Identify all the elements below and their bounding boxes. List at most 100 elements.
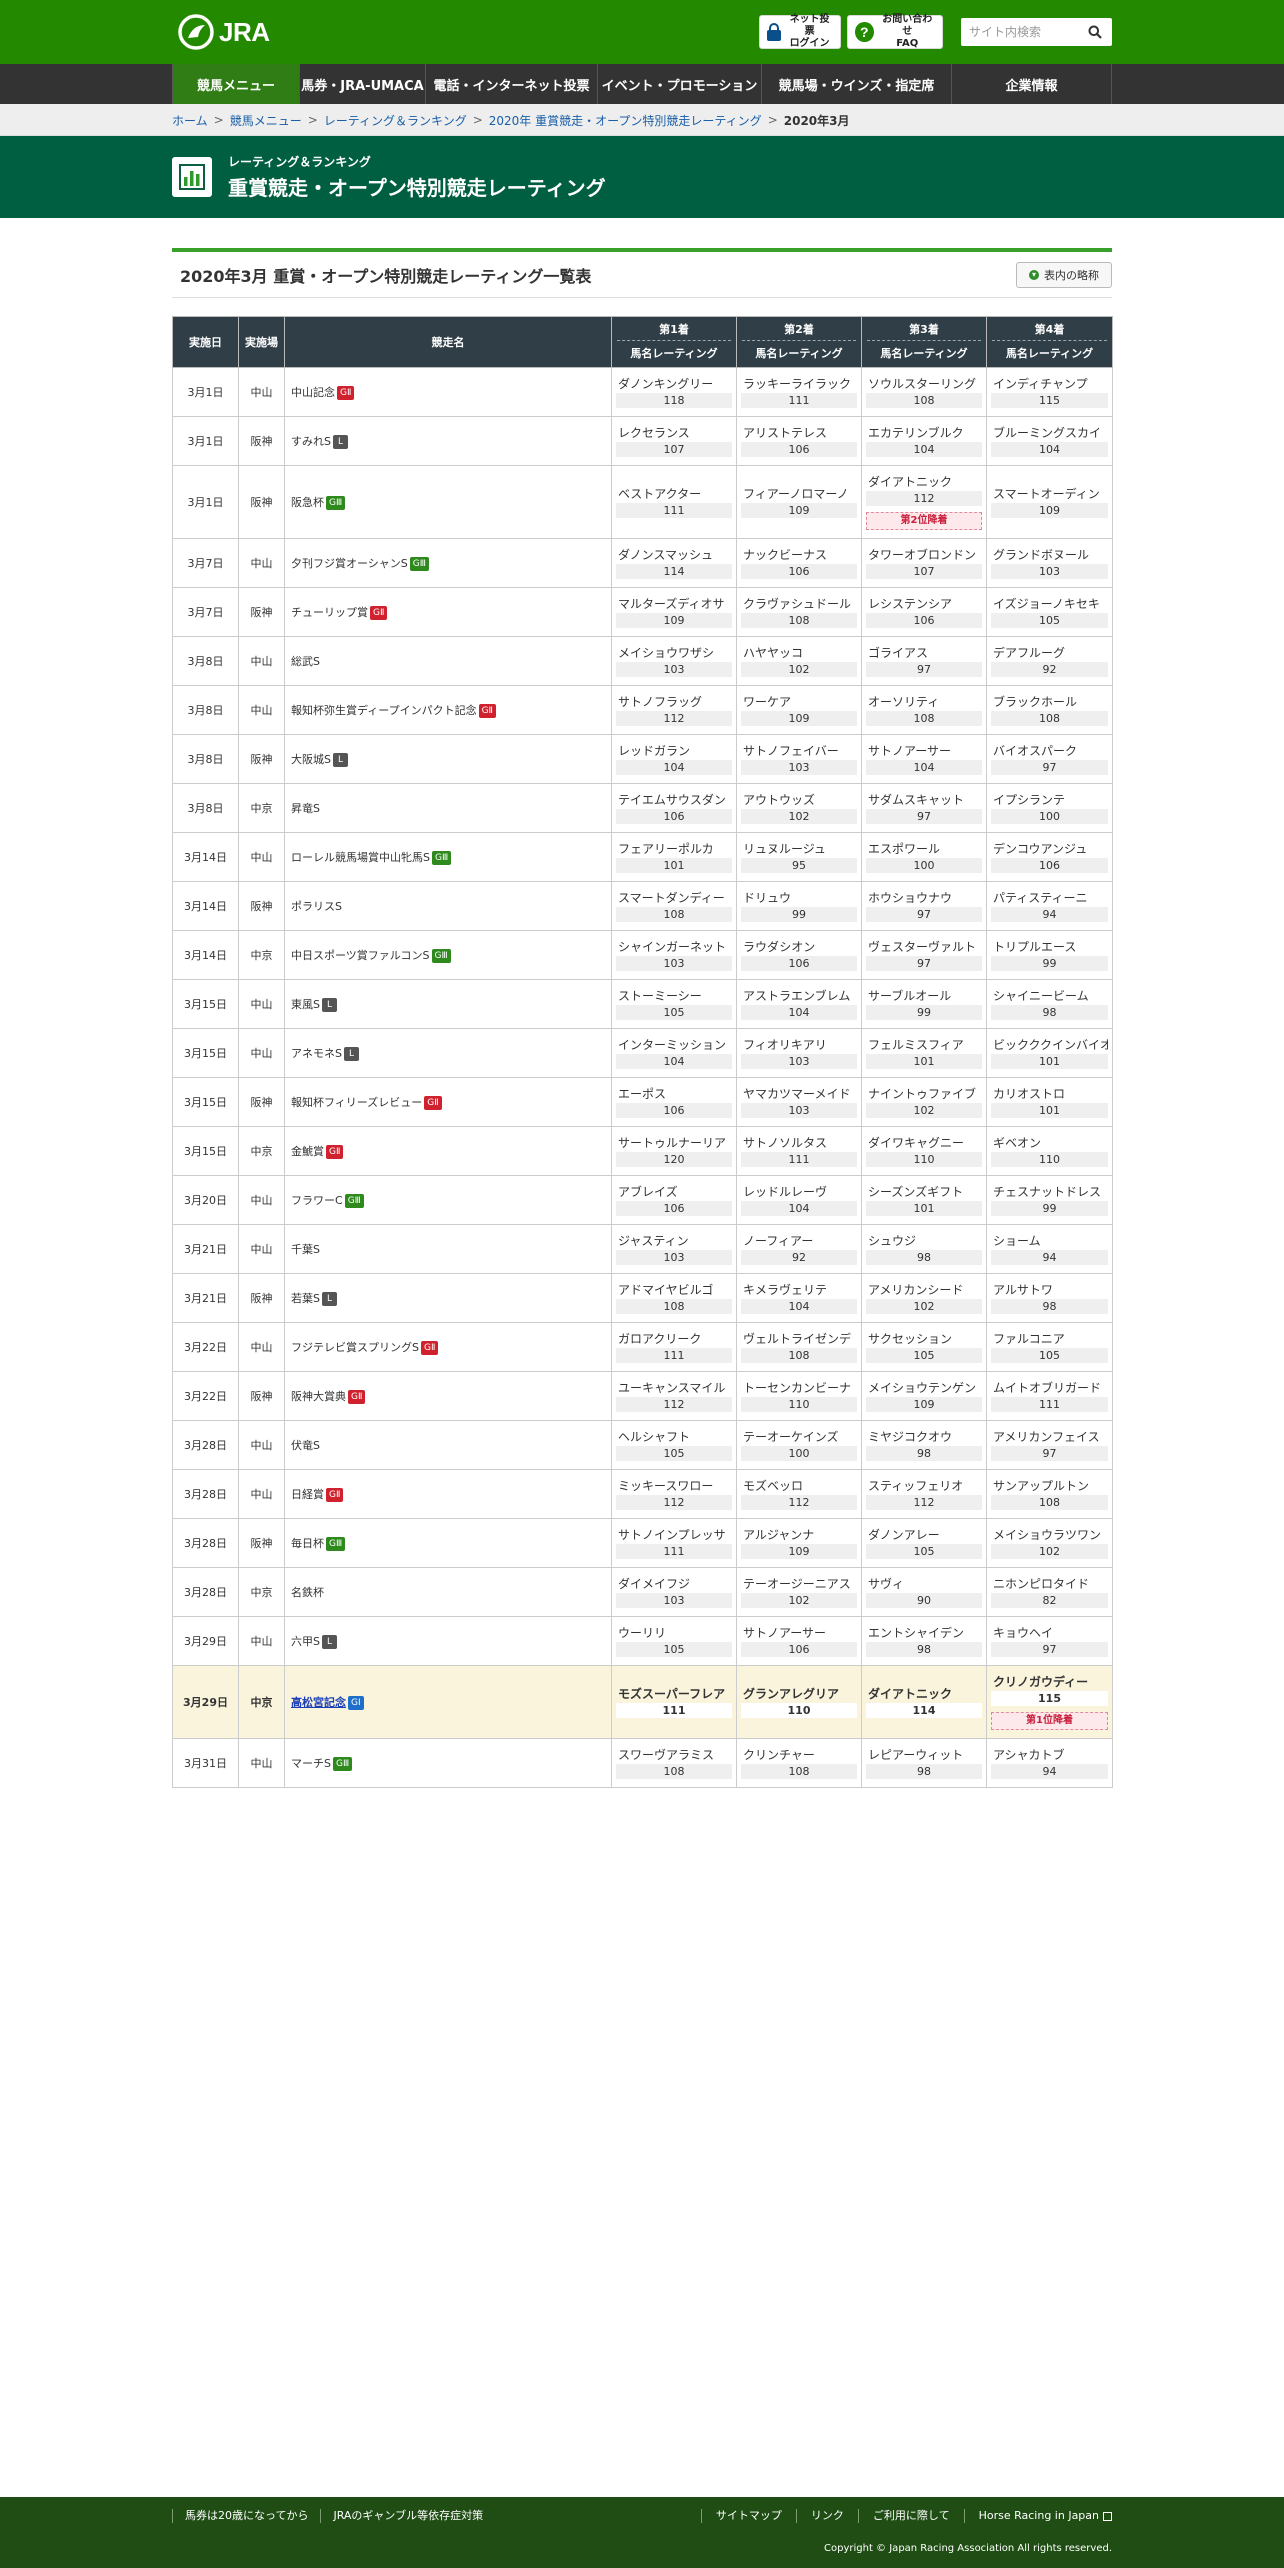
horse-rating: 112 [616, 1495, 732, 1510]
horse-name: アメリカンシード [868, 1283, 964, 1297]
horse-rating: 108 [991, 1495, 1108, 1510]
race-name: 阪急杯 [291, 496, 324, 509]
place-3-cell: オーソリティ 108 [861, 685, 987, 735]
horse-rating: 110 [741, 1397, 857, 1412]
breadcrumb-link-3[interactable]: レーティング＆ランキング [324, 112, 467, 129]
horse-rating: 105 [866, 1544, 982, 1559]
question-icon: ? [855, 22, 874, 42]
header-race: 競走名 [284, 316, 612, 368]
table-row: 3月8日 中山 総武S メイショウワザシ 103 ハヤヤッコ 102 ゴライアス 97 デアフルー… [172, 636, 1113, 686]
horse-rating: 110 [866, 1152, 982, 1167]
nav-item-5[interactable]: 競馬場・ウインズ・指定席 [762, 64, 952, 104]
main-content: 2020年3月 重賞・オープン特別競走レーティング一覧表 ▾ 表内の略称 実施日… [172, 248, 1113, 1788]
race-name: アネモネS [291, 1047, 342, 1060]
abbreviation-legend-button[interactable]: ▾ 表内の略称 [1016, 261, 1112, 288]
grade-badge: GⅡ [337, 386, 355, 400]
place-4-cell: メイショウラツワン 102 [986, 1518, 1113, 1568]
horse-name: タワーオブロンドン [868, 548, 977, 562]
place-1-cell: ダイメイフジ 103 [611, 1567, 737, 1617]
net-vote-login-button[interactable]: ネット投票 ログイン [759, 14, 841, 49]
race-cell: チューリップ賞 GⅡ [284, 587, 612, 637]
table-row: 3月21日 阪神 若葉S L アドマイヤビルゴ 108 キメラヴェリテ 104 アメリカンシード… [172, 1273, 1113, 1323]
place-1-cell: サトノインプレッサ 111 [611, 1518, 737, 1568]
nav-item-6[interactable]: 企業情報 [952, 64, 1112, 104]
place-2-cell: トーセンカンビーナ 110 [736, 1371, 862, 1421]
horse-name: フィアーノロマーノ [743, 487, 849, 501]
breadcrumb-link-4[interactable]: 2020年 重賞競走・オープン特別競走レーティング [489, 112, 762, 129]
site-header: JRA ネット投票 ログイン ? お問い合わせ FAQ [0, 0, 1284, 64]
horse-name: レクセランス [618, 426, 690, 440]
footer-link-left-1[interactable]: 馬券は20歳になってから [172, 2509, 320, 2523]
table-row: 3月15日 中京 金鯱賞 GⅡ サートゥルナーリア 120 サトノソルタス 111 ダイワキャグ… [172, 1126, 1113, 1176]
race-cell: 総武S [284, 636, 612, 686]
footer-link-left-2[interactable]: JRAのギャンブル等依存症対策 [320, 2509, 495, 2523]
nav-item-2[interactable]: 馬券・JRA-UMACA [300, 64, 426, 104]
place-3-cell: レピアーウィット 98 [861, 1738, 987, 1788]
footer-link-right-2[interactable]: リンク [795, 2509, 858, 2523]
horse-name: フェアリーポルカ [618, 842, 714, 856]
nav-item-1[interactable]: 競馬メニュー [172, 64, 300, 104]
race-name[interactable]: 高松宮記念 [291, 1696, 346, 1709]
race-name: 大阪城S [291, 753, 331, 766]
horse-name: インディチャンプ [993, 377, 1088, 391]
horse-rating: 104 [741, 1005, 857, 1020]
logo-text: JRA [219, 16, 270, 47]
horse-name: ハヤヤッコ [743, 646, 804, 660]
table-row: 3月14日 中京 中日スポーツ賞ファルコンS GⅢ シャインガーネット 103 ラウダシオン… [172, 930, 1113, 980]
place-3-cell: メイショウテンゲン 109 [861, 1371, 987, 1421]
horse-rating: 108 [866, 711, 982, 726]
footer-link-right-3[interactable]: ご利用に際して [857, 2509, 964, 2523]
place-2-cell: ワーケア 109 [736, 685, 862, 735]
horse-rating: 90 [866, 1593, 982, 1608]
nav-item-label: 競馬場・ウインズ・指定席 [778, 78, 935, 94]
horse-name: キメラヴェリテ [743, 1283, 828, 1297]
nav-item-4[interactable]: イベント・プロモーション [598, 64, 762, 104]
horse-name: メイショウラツワン [993, 1528, 1102, 1542]
horse-rating: 98 [866, 1250, 982, 1265]
jra-logo[interactable]: JRA [177, 13, 270, 51]
place-1-cell: ベストアクター 111 [611, 465, 737, 539]
horse-name: レシステンシア [868, 597, 953, 611]
race-date: 3月7日 [172, 587, 239, 637]
horse-rating: 94 [991, 1250, 1108, 1265]
horse-name: サンアップルトン [993, 1479, 1090, 1493]
place-2-cell: テーオージーニアス 102 [736, 1567, 862, 1617]
horse-name: アブレイズ [618, 1185, 678, 1199]
grade-badge: GⅡ [420, 1341, 439, 1355]
breadcrumb-link-2[interactable]: 競馬メニュー [230, 112, 302, 129]
place-1-cell: メイショウワザシ 103 [611, 636, 737, 686]
race-venue: 中山 [238, 832, 285, 882]
horse-rating: 105 [616, 1005, 732, 1020]
nav-item-3[interactable]: 電話・インターネット投票 [426, 64, 598, 104]
place-1-cell: サトノフラッグ 112 [611, 685, 737, 735]
horse-rating: 109 [741, 711, 857, 726]
search-input[interactable] [961, 19, 1081, 45]
breadcrumb-link-1[interactable]: ホーム [172, 112, 208, 129]
table-row: 3月29日 中京 高松宮記念 GⅠ モズスーパーフレア 111 グランアレグリア 110 ダイア… [172, 1665, 1113, 1739]
place-4-cell: ブルーミングスカイ 104 [986, 416, 1113, 466]
faq-button[interactable]: ? お問い合わせ FAQ [847, 14, 943, 49]
footer-left-links: 馬券は20歳になってから JRAのギャンブル等依存症対策 [172, 2509, 495, 2523]
place-1-cell: エーポス 106 [611, 1077, 737, 1127]
horse-name: ダノンアレー [868, 1528, 940, 1542]
footer-link-right-4[interactable]: Horse Racing in Japan [963, 2509, 1112, 2523]
horse-name: チェスナットドレス [993, 1185, 1102, 1199]
breadcrumb-current: 2020年3月 [783, 113, 850, 128]
race-cell: 大阪城S L [284, 734, 612, 784]
table-row: 3月15日 阪神 報知杯フィリーズレビュー GⅡ エーポス 106 ヤマカツマーメイド 103… [172, 1077, 1113, 1127]
race-name: チューリップ賞 [291, 606, 368, 619]
place-2-cell: フィオリキアリ 103 [736, 1028, 862, 1078]
place-4-cell: トリプルエース 99 [986, 930, 1113, 980]
horse-rating: 106 [616, 809, 732, 824]
race-cell: 日経賞 GⅡ [284, 1469, 612, 1519]
race-name: フジテレビ賞スプリングS [291, 1341, 419, 1354]
page-subtitle: レーティング＆ランキング [228, 155, 371, 169]
horse-name: サクセッション [868, 1332, 953, 1346]
place-3-cell: ダイアトニック 112 第2位降着 [861, 465, 987, 539]
site-search [961, 18, 1112, 46]
lock-icon [767, 23, 781, 41]
faq-label-2: FAQ [896, 38, 919, 49]
race-date: 3月14日 [172, 930, 239, 980]
footer-link-right-1[interactable]: サイトマップ [700, 2509, 796, 2523]
search-button[interactable] [1081, 18, 1109, 46]
